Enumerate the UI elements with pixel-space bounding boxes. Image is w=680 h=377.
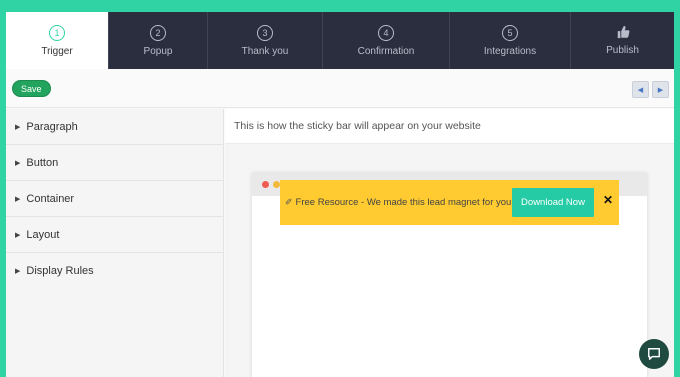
- caret-right-icon: ▶: [15, 268, 21, 275]
- step-tabs: 1 Trigger 2 Popup 3 Thank you 4 Confirma…: [6, 12, 674, 69]
- chevron-left-icon: ◀: [637, 86, 644, 94]
- step-number-4: 4: [378, 24, 394, 41]
- sidebar-item-label: Container: [26, 192, 75, 205]
- step-number-5: 5: [502, 24, 518, 41]
- next-arrow-button[interactable]: ▶: [652, 81, 669, 98]
- preview-caption: This is how the sticky bar will appear o…: [225, 109, 674, 144]
- thumbs-up-icon: [617, 25, 629, 39]
- prev-arrow-button[interactable]: ◀: [632, 81, 649, 98]
- tab-confirmation[interactable]: 4 Confirmation: [323, 12, 450, 69]
- tab-label: Popup: [143, 45, 173, 57]
- tab-label: Publish: [606, 45, 639, 56]
- preview-area: This is how the sticky bar will appear o…: [225, 109, 674, 377]
- tab-integrations[interactable]: 5 Integrations: [450, 12, 571, 69]
- close-icon[interactable]: ✕: [603, 193, 613, 207]
- sidebar-item-label: Display Rules: [26, 265, 94, 277]
- step-number-2: 2: [150, 24, 166, 41]
- step-number-1: 1: [49, 24, 65, 41]
- sidebar-item-button[interactable]: ▶ Button: [6, 145, 223, 181]
- chevron-right-icon: ▶: [657, 86, 664, 94]
- sidebar-item-layout[interactable]: ▶ Layout: [6, 217, 223, 253]
- tab-trigger[interactable]: 1 Trigger: [6, 12, 109, 69]
- sidebar-item-label: Button: [26, 156, 59, 169]
- caret-right-icon: ▶: [15, 231, 21, 239]
- download-now-button[interactable]: Download Now: [512, 188, 594, 217]
- pencil-icon: ✐: [285, 197, 293, 207]
- sidebar-item-display-rules[interactable]: ▶ Display Rules: [6, 253, 223, 289]
- save-button[interactable]: Save: [12, 80, 51, 97]
- toolbar: Save ◀ ▶: [6, 69, 674, 108]
- browser-mockup: ✐ Free Resource - We made this lead magn…: [252, 172, 647, 377]
- red-dot-icon: [262, 180, 269, 188]
- sticky-bar-text: Free Resource - We made this lead magnet…: [295, 197, 514, 208]
- sidebar-item-label: Layout: [26, 228, 60, 241]
- editor-frame: 1 Trigger 2 Popup 3 Thank you 4 Confirma…: [6, 12, 674, 377]
- caret-right-icon: ▶: [15, 195, 21, 203]
- sidebar-item-paragraph[interactable]: ▶ Paragraph: [6, 109, 223, 145]
- caret-right-icon: ▶: [15, 123, 21, 131]
- tab-label: Integrations: [483, 45, 537, 57]
- tab-popup[interactable]: 2 Popup: [109, 12, 208, 69]
- sticky-bar[interactable]: ✐ Free Resource - We made this lead magn…: [280, 180, 619, 225]
- sidebar-item-container[interactable]: ▶ Container: [6, 181, 223, 217]
- sticky-bar-message: ✐ Free Resource - We made this lead magn…: [285, 180, 514, 225]
- settings-sidebar: ▶ Paragraph ▶ Button ▶ Container ▶ Layou…: [6, 109, 224, 377]
- tab-thank-you[interactable]: 3 Thank you: [208, 12, 323, 69]
- chat-bubble-icon: [648, 348, 660, 360]
- sidebar-item-label: Paragraph: [26, 120, 78, 133]
- yellow-dot-icon: [273, 180, 280, 188]
- tab-publish[interactable]: Publish: [571, 12, 674, 69]
- chat-launcher-button[interactable]: [639, 339, 669, 369]
- caret-right-icon: ▶: [15, 159, 21, 167]
- tab-label: Trigger: [41, 45, 73, 57]
- tab-label: Thank you: [241, 45, 289, 57]
- step-number-3: 3: [257, 24, 273, 41]
- tab-label: Confirmation: [357, 45, 415, 57]
